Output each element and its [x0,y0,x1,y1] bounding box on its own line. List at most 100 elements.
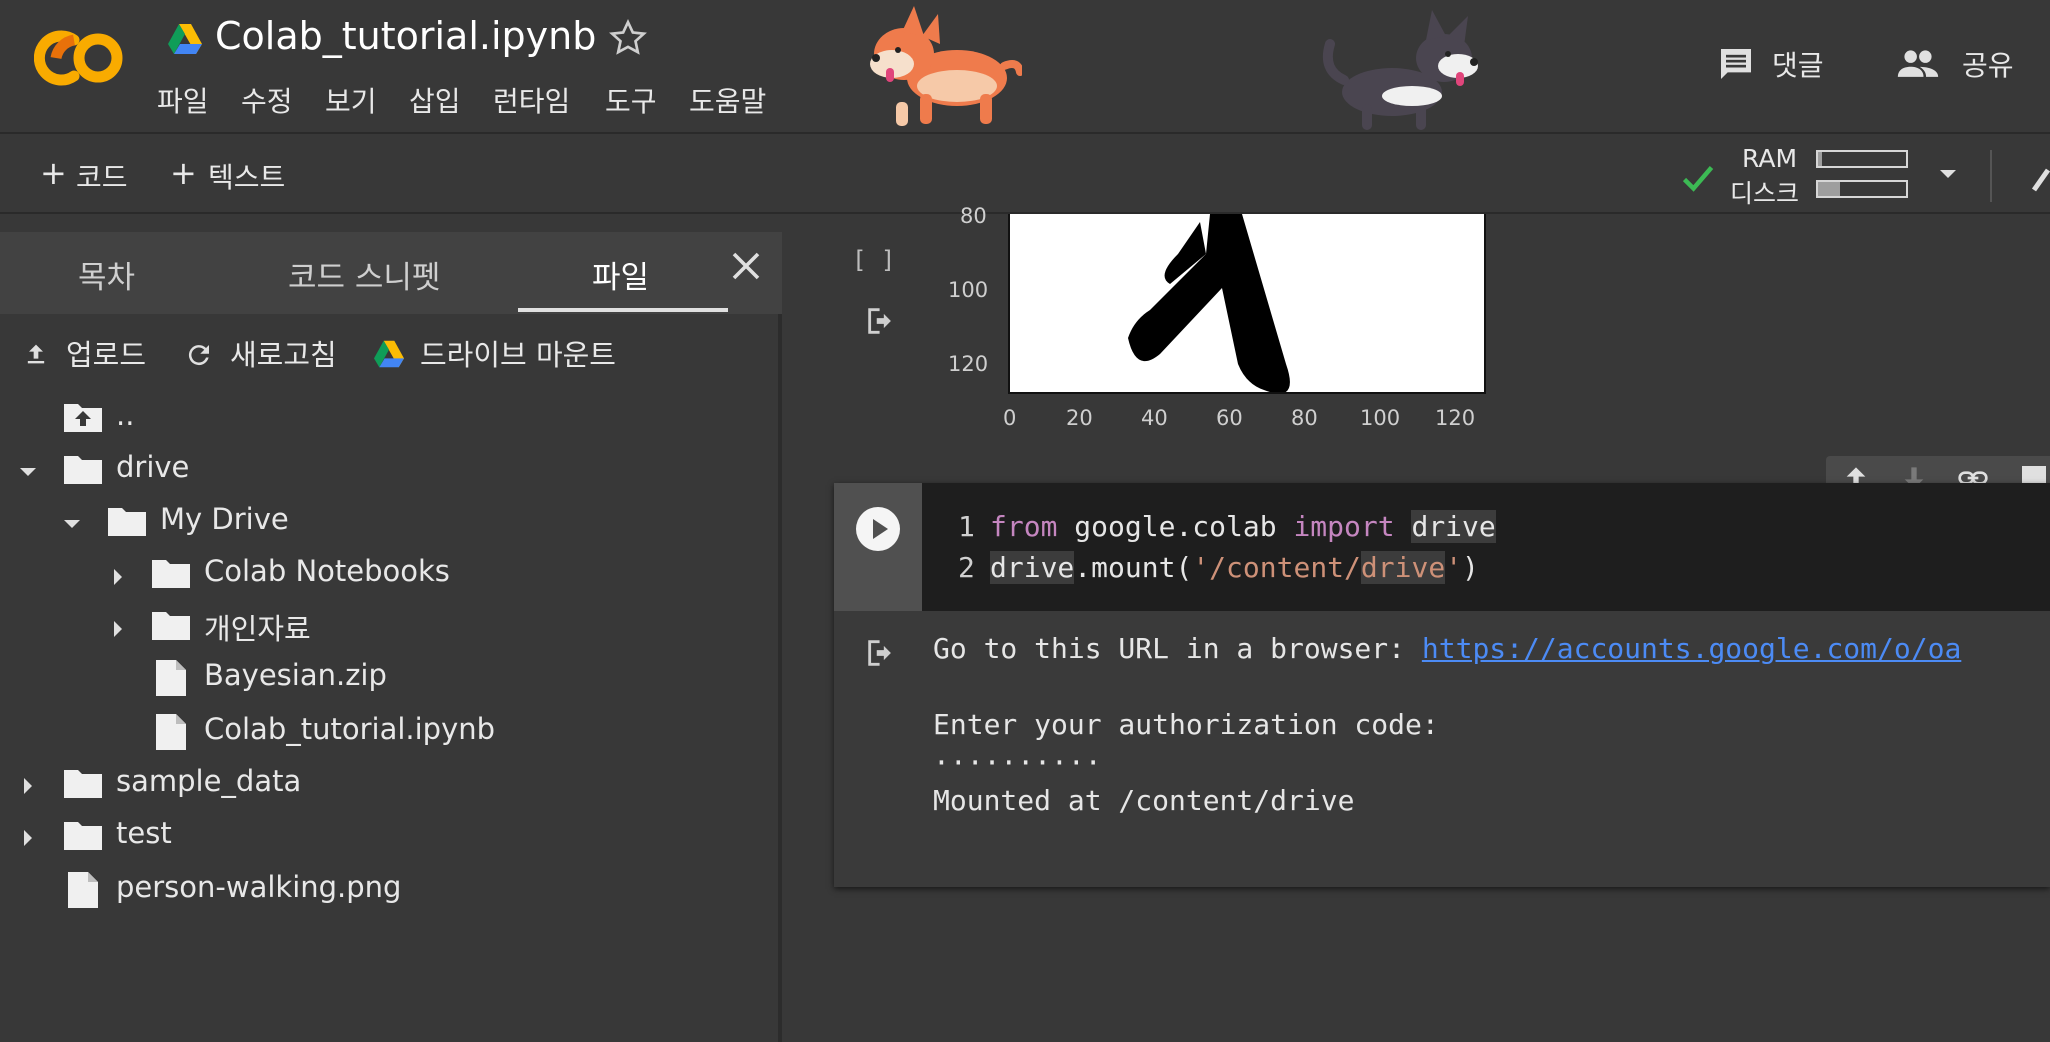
notebook-title[interactable]: Colab_tutorial.ipynb [215,14,596,58]
disk-meter[interactable] [1816,180,1908,198]
colab-logo[interactable] [33,28,126,88]
tree-item-sample-data[interactable]: sample_data [116,764,301,798]
caret-right-icon[interactable] [108,617,128,641]
auth-url-link[interactable]: https://accounts.google.com/o/oa [1422,632,1961,665]
folder-icon [152,608,190,640]
menu-insert[interactable]: 삽입 [409,80,461,120]
cat-illustration [1322,10,1492,134]
menu-runtime[interactable]: 런타임 [493,80,570,120]
string-part-highlight: drive [1360,551,1446,584]
caret-right-icon[interactable] [18,826,38,850]
notebook-toolbar: + 코드 + 텍스트 RAM 디스크 [0,136,2050,214]
output-text: Go to this URL in a browser: [933,632,1422,665]
x-tick: 100 [1360,406,1401,430]
output-line-mounted: Mounted at /content/drive [933,784,1355,817]
folder-up-icon [64,400,102,432]
tree-item-my-drive[interactable]: My Drive [160,502,289,536]
close-paren: ) [1462,551,1479,584]
caret-down-icon[interactable] [60,514,84,534]
upload-button[interactable]: 업로드 [66,332,146,374]
ram-label: RAM [1742,144,1798,173]
menu-file[interactable]: 파일 [157,80,209,120]
panel-tabs: 목차 코드 스니펫 파일 [0,232,782,314]
folder-icon [64,452,102,484]
y-tick: 80 [960,204,987,228]
chevron-down-icon[interactable] [1936,164,1960,184]
plus-icon: + [170,154,197,192]
tree-item-personal[interactable]: 개인자료 [204,606,311,648]
file-icon [156,714,186,750]
close-icon[interactable] [728,248,764,284]
comment-icon[interactable] [1716,44,1756,84]
mount-drive-button[interactable]: 드라이브 마운트 [420,332,616,374]
corgi-illustration [862,6,1024,134]
keyword-from: from [990,510,1058,543]
refresh-icon[interactable] [184,340,214,370]
output-icon[interactable] [864,636,898,670]
comment-button[interactable]: 댓글 [1772,44,1824,84]
menu-edit[interactable]: 수정 [241,80,293,120]
pencil-icon[interactable] [2030,164,2050,194]
code-line-2: drive.mount('/content/drive') [990,551,1479,584]
y-tick: 120 [948,352,989,376]
string-part: '/content/ [1192,551,1361,584]
people-icon[interactable] [1896,44,1940,84]
toolbar-divider [1990,150,1992,202]
tab-toc[interactable]: 목차 [78,252,135,297]
ram-meter[interactable] [1816,150,1908,168]
add-code-button[interactable]: 코드 [76,156,128,196]
share-button[interactable]: 공유 [1962,44,2014,84]
folder-icon [152,556,190,588]
tree-item-person-walking[interactable]: person-walking.png [116,870,401,904]
x-tick: 20 [1066,406,1093,430]
caret-down-icon[interactable] [16,462,40,482]
module-name: google.colab [1057,510,1294,543]
object-name: drive [990,551,1075,584]
caret-right-icon[interactable] [108,565,128,589]
tab-code-snippets[interactable]: 코드 스니펫 [288,252,440,297]
tab-files[interactable]: 파일 [592,252,649,297]
refresh-button[interactable]: 새로고침 [230,332,337,374]
x-tick: 60 [1216,406,1243,430]
folder-icon [64,766,102,798]
upload-icon[interactable] [22,340,50,368]
line-number: 2 [958,551,975,584]
method-call: .mount( [1074,551,1193,584]
output-line-url: Go to this URL in a browser: https://acc… [933,632,1961,665]
x-tick: 0 [1003,406,1017,430]
menu-view[interactable]: 보기 [325,80,377,120]
imported-name: drive [1411,510,1496,543]
x-tick: 40 [1141,406,1168,430]
output-icon[interactable] [864,304,898,338]
disk-label: 디스크 [1730,179,1800,208]
tree-item-test[interactable]: test [116,816,172,850]
tree-item-parent[interactable]: .. [116,398,134,432]
plot-image [1008,214,1486,394]
folder-icon [64,818,102,850]
star-icon[interactable] [608,18,648,58]
line-number: 1 [958,510,975,543]
tree-item-bayesian-zip[interactable]: Bayesian.zip [204,658,387,692]
tree-item-drive[interactable]: drive [116,450,189,484]
code-line-1: from google.colab import drive [990,510,1496,543]
x-tick: 80 [1291,406,1318,430]
x-tick: 120 [1435,406,1476,430]
cell-bracket[interactable]: [ ] [852,246,895,274]
output-line-prompt: Enter your authorization code: [933,708,1439,741]
caret-right-icon[interactable] [18,774,38,798]
check-icon [1678,160,1718,196]
auth-code-field[interactable]: ·········· [933,746,1102,779]
file-icon [68,872,98,908]
menu-help[interactable]: 도움말 [689,80,766,120]
drive-icon [374,340,404,368]
code-editor[interactable] [922,483,2050,611]
y-tick: 100 [948,278,989,302]
keyword-import: import [1293,510,1395,543]
tree-item-colab-notebooks[interactable]: Colab Notebooks [204,554,450,588]
menu-tools[interactable]: 도구 [605,80,657,120]
run-cell-button[interactable] [856,507,900,551]
tree-item-colab-tutorial[interactable]: Colab_tutorial.ipynb [204,712,495,746]
app-header: Colab_tutorial.ipynb 파일 수정 보기 삽입 런타임 도구 … [0,0,2050,134]
add-text-button[interactable]: 텍스트 [208,156,285,196]
drive-icon [168,24,202,54]
